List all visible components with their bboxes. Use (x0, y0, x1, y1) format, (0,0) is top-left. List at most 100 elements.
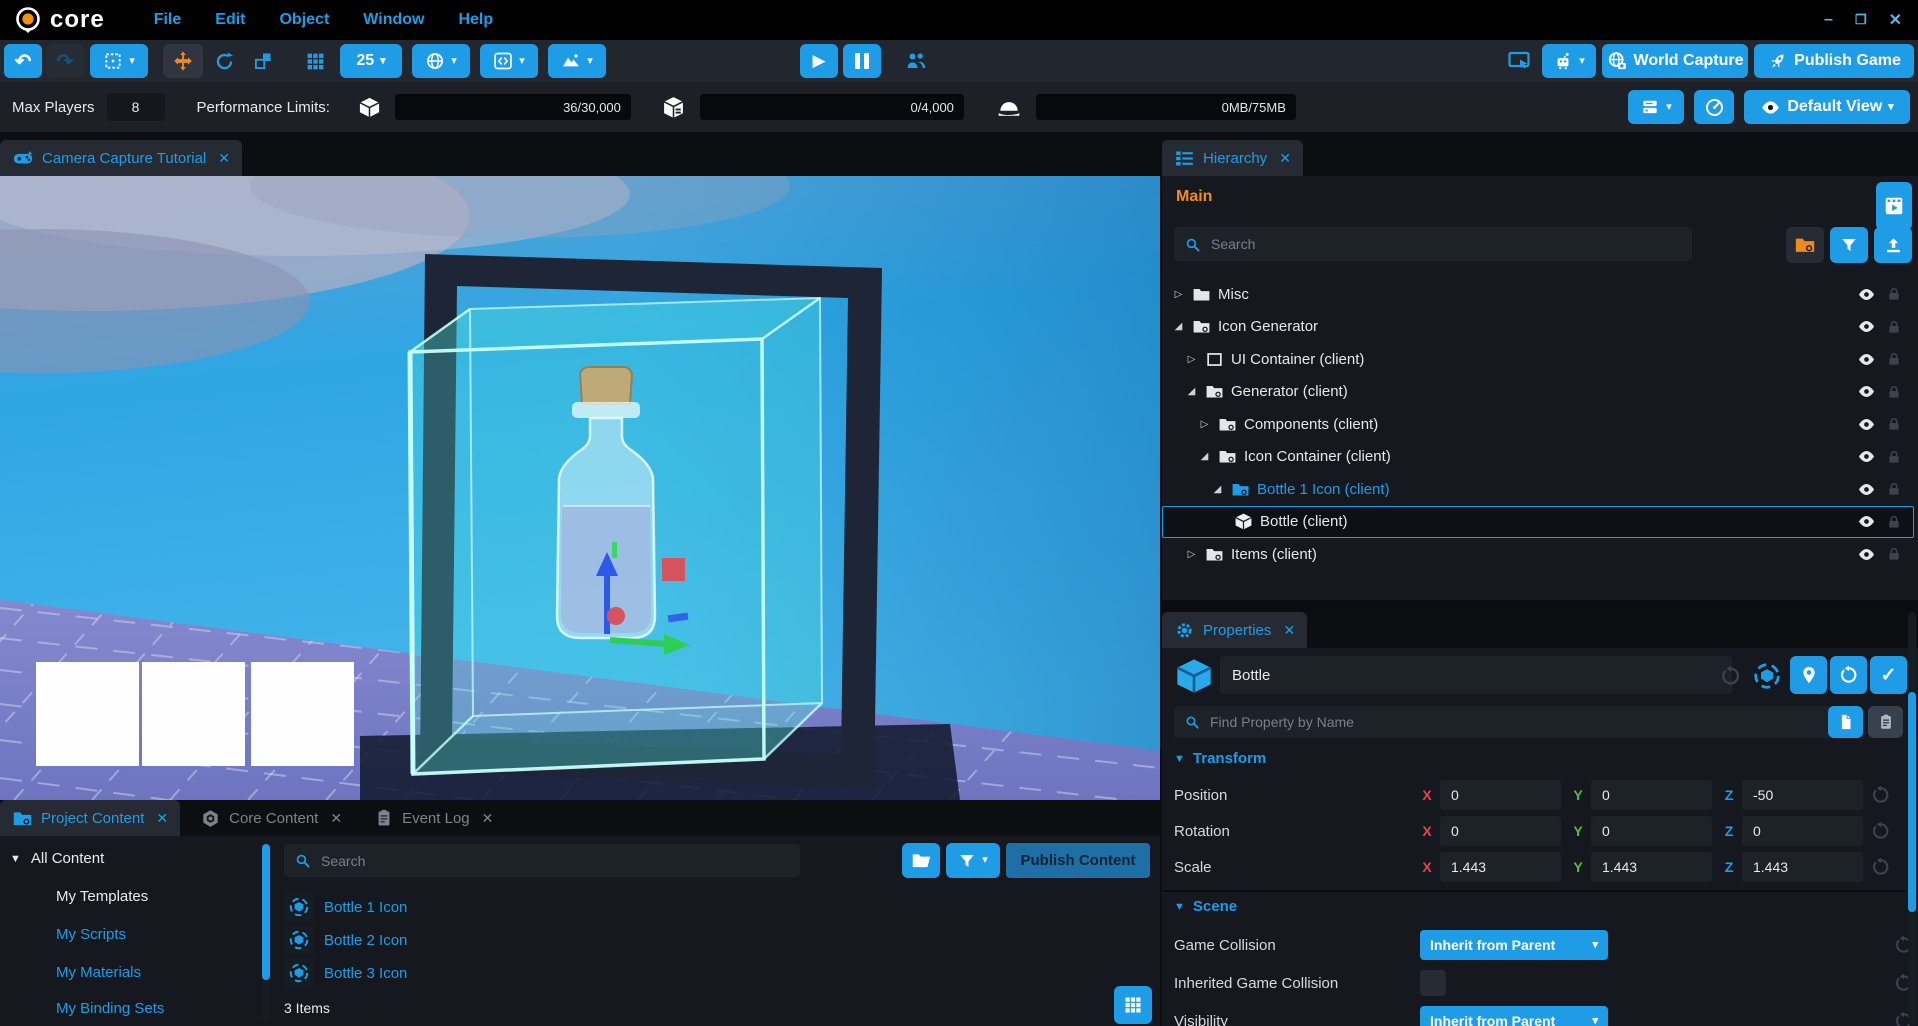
position-z-field[interactable] (1742, 780, 1863, 810)
pause-button[interactable] (843, 44, 881, 78)
asset-item-bottle-2[interactable]: Bottle 2 Icon (284, 925, 407, 955)
visibility-eye-icon[interactable] (1857, 447, 1876, 466)
visibility-eye-icon[interactable] (1857, 350, 1876, 369)
scale-tool-button[interactable] (245, 44, 281, 78)
properties-scrollbar[interactable] (1908, 692, 1916, 912)
tree-item-my-materials[interactable]: My Materials (56, 964, 141, 981)
section-collapse-icon[interactable]: ▼ (1174, 901, 1185, 913)
lock-icon[interactable] (1886, 384, 1902, 400)
lock-icon[interactable] (1886, 286, 1902, 302)
visibility-eye-icon[interactable] (1857, 480, 1876, 499)
scale-y-field[interactable] (1591, 852, 1712, 882)
hierarchy-row-items[interactable]: ▷ Items (client) (1162, 538, 1914, 571)
grid-size-dropdown[interactable]: 25 ▾ (340, 44, 402, 78)
scale-x-field[interactable] (1440, 852, 1561, 882)
snap-grid-button[interactable] (296, 44, 334, 78)
close-icon[interactable]: ✕ (156, 810, 168, 827)
networked-filter-button[interactable] (1786, 227, 1824, 263)
reset-position-icon[interactable] (1871, 785, 1891, 805)
hierarchy-search-input[interactable] (1209, 235, 1682, 253)
expand-arrow-icon[interactable]: ◢ (1198, 451, 1211, 462)
reset-scale-icon[interactable] (1871, 857, 1891, 877)
default-view-dropdown[interactable]: Default View ▾ (1744, 90, 1910, 124)
hierarchy-row-icon-generator[interactable]: ◢ Icon Generator (1162, 311, 1914, 344)
menu-object[interactable]: Object (262, 11, 346, 29)
property-search-input[interactable] (1208, 713, 1824, 731)
lock-icon[interactable] (1886, 351, 1902, 367)
copy-properties-button[interactable] (1828, 706, 1863, 738)
lock-icon[interactable] (1886, 319, 1902, 335)
paste-properties-button[interactable] (1868, 706, 1903, 738)
expand-arrow-icon[interactable]: ▷ (1198, 419, 1211, 430)
menu-file[interactable]: File (137, 11, 199, 29)
hierarchy-search[interactable] (1174, 227, 1692, 261)
scale-z-field[interactable] (1742, 852, 1863, 882)
collapse-all-button[interactable] (1874, 227, 1912, 263)
restore-icon[interactable]: ❐ (1855, 12, 1867, 28)
hierarchy-row-misc[interactable]: ▷ Misc (1162, 278, 1914, 311)
object-name-input[interactable] (1230, 666, 1722, 685)
rotate-tool-button[interactable] (206, 44, 242, 78)
publish-content-button[interactable]: Publish Content (1006, 843, 1150, 878)
expand-arrow-icon[interactable]: ◢ (1211, 484, 1224, 495)
close-icon[interactable]: ✕ (1283, 622, 1295, 639)
asset-item-bottle-1[interactable]: Bottle 1 Icon (284, 892, 407, 922)
selection-mode-dropdown[interactable]: ▾ (90, 44, 148, 78)
lock-icon[interactable] (1886, 449, 1902, 465)
find-in-scene-button[interactable] (1790, 656, 1827, 694)
hierarchy-row-ui-container[interactable]: ▷ UI Container (client) (1162, 343, 1914, 376)
minimize-icon[interactable]: – (1824, 11, 1833, 29)
tree-item-my-binding-sets[interactable]: My Binding Sets (56, 1000, 164, 1017)
new-folder-button[interactable] (902, 843, 940, 878)
content-search-input[interactable] (319, 852, 790, 870)
grid-view-button[interactable] (1114, 986, 1152, 1024)
visibility-eye-icon[interactable] (1857, 415, 1876, 434)
billboard-1[interactable] (36, 662, 139, 766)
content-splitter-scrollbar[interactable] (262, 844, 270, 980)
tab-properties[interactable]: Properties ✕ (1162, 612, 1307, 648)
play-button[interactable]: ▶ (800, 44, 838, 78)
close-icon[interactable]: ✕ (330, 810, 342, 827)
publish-game-button[interactable]: Publish Game (1754, 44, 1914, 78)
undo-button[interactable]: ↶ (4, 44, 42, 78)
close-icon[interactable]: ✕ (218, 150, 230, 167)
expand-arrow-icon[interactable]: ▷ (1185, 549, 1198, 560)
visibility-eye-icon[interactable] (1857, 285, 1876, 304)
script-dropdown[interactable]: ▾ (480, 44, 538, 78)
max-players-input[interactable] (107, 93, 165, 121)
position-x-field[interactable] (1440, 780, 1561, 810)
tab-camera-capture-tutorial[interactable]: Camera Capture Tutorial ✕ (0, 140, 242, 176)
hierarchy-row-icon-container[interactable]: ◢ Icon Container (client) (1162, 441, 1914, 474)
tree-open-icon[interactable]: ▼ (10, 853, 21, 865)
transform-section-header[interactable]: ▼ Transform (1174, 750, 1266, 767)
visibility-eye-icon[interactable] (1857, 512, 1876, 531)
hierarchy-row-generator[interactable]: ◢ Generator (client) (1162, 376, 1914, 409)
tab-hierarchy[interactable]: Hierarchy ✕ (1162, 140, 1303, 176)
visibility-eye-icon[interactable] (1857, 382, 1876, 401)
visibility-eye-icon[interactable] (1857, 317, 1876, 336)
content-search[interactable] (284, 844, 800, 877)
inherited-game-collision-checkbox[interactable] (1420, 970, 1446, 996)
expand-arrow-icon[interactable]: ◢ (1185, 386, 1198, 397)
max-players-value[interactable] (117, 98, 155, 116)
captured-icon-billboards[interactable] (36, 662, 354, 766)
world-space-dropdown[interactable]: ▾ (412, 44, 470, 78)
tab-project-content[interactable]: Project Content ✕ (0, 800, 180, 836)
screen-share-button[interactable] (1500, 44, 1538, 78)
reset-object-button[interactable] (1830, 656, 1867, 694)
menu-help[interactable]: Help (441, 11, 510, 29)
bot-tools-dropdown[interactable]: ▾ (1542, 44, 1596, 78)
hierarchy-row-components[interactable]: ▷ Components (client) (1162, 408, 1914, 441)
apply-button[interactable]: ✓ (1870, 656, 1907, 694)
networked-object-icon[interactable] (1752, 661, 1782, 691)
performance-button[interactable] (1694, 90, 1734, 124)
cinematic-capture-button[interactable] (1876, 182, 1912, 230)
hierarchy-row-bottle-1-icon[interactable]: ◢ Bottle 1 Icon (client) (1162, 473, 1914, 506)
billboard-3[interactable] (251, 662, 354, 766)
expand-arrow-icon[interactable]: ▷ (1185, 354, 1198, 365)
section-collapse-icon[interactable]: ▼ (1174, 753, 1185, 765)
object-name-field[interactable] (1220, 656, 1732, 694)
close-icon[interactable]: ✕ (1889, 10, 1902, 30)
tab-core-content[interactable]: Core Content ✕ (188, 800, 354, 836)
menu-window[interactable]: Window (346, 11, 441, 29)
